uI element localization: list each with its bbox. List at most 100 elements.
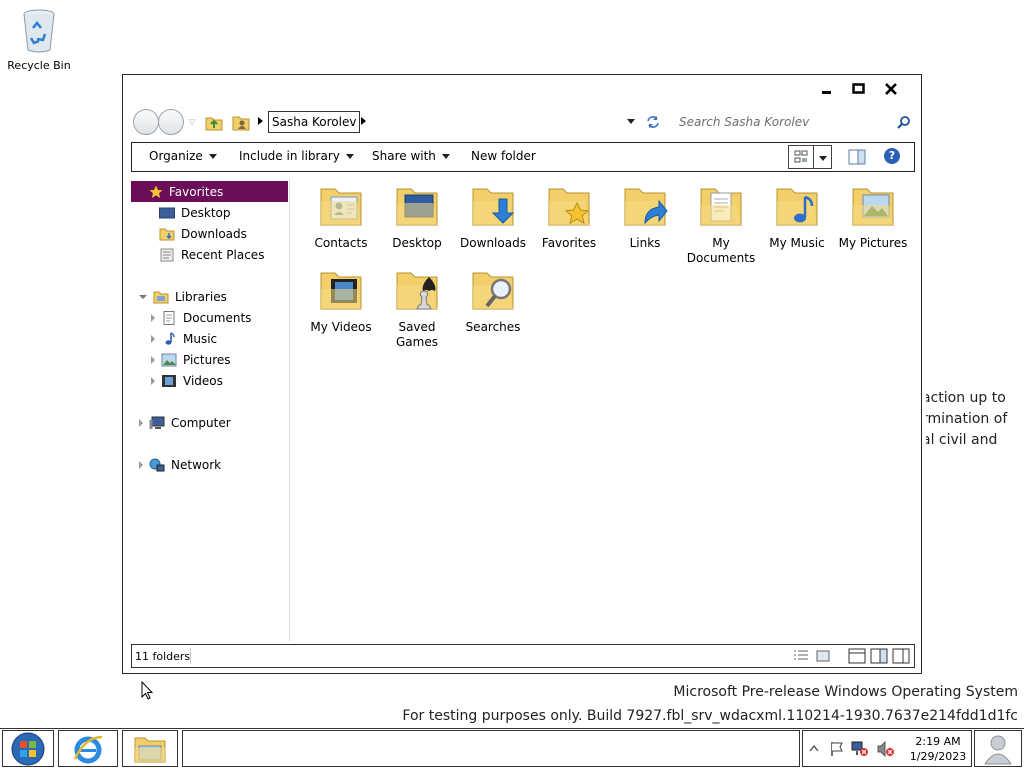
nav-item-desktop[interactable]: Desktop <box>159 202 231 223</box>
organize-menu[interactable]: Organize <box>149 149 217 163</box>
nav-item-documents[interactable]: Documents <box>151 307 251 328</box>
new-folder-button[interactable]: New folder <box>471 149 536 163</box>
videos-icon <box>162 374 176 387</box>
recent-pages-dropdown[interactable]: ▽ <box>189 117 195 126</box>
folder-label: Favorites <box>541 236 597 250</box>
pane-divider[interactable] <box>289 179 290 641</box>
folder-downloads[interactable]: Downloads <box>455 181 531 251</box>
search-box[interactable] <box>671 110 915 134</box>
recycle-bin-label: Recycle Bin <box>7 59 71 72</box>
nav-item-recent-places[interactable]: Recent Places <box>159 244 264 265</box>
share-with-menu[interactable]: Share with <box>372 149 450 163</box>
status-divider <box>190 648 191 664</box>
searches-folder-icon <box>472 272 514 310</box>
search-input[interactable] <box>671 110 915 134</box>
folder-my-music[interactable]: My Music <box>759 181 835 251</box>
minimize-button[interactable] <box>811 79 843 99</box>
nav-item-computer[interactable]: Computer <box>139 412 231 433</box>
nav-item-libraries[interactable]: Libraries <box>139 286 227 307</box>
caption-buttons <box>811 79 907 99</box>
minimize-icon <box>822 91 831 94</box>
layout-toggle-3-icon[interactable] <box>892 648 910 664</box>
expand-arrow-icon[interactable] <box>151 334 155 343</box>
volume-muted-icon[interactable] <box>877 741 895 757</box>
preview-pane-icon[interactable] <box>848 149 866 165</box>
close-button[interactable] <box>875 79 907 99</box>
folder-my-documents[interactable]: My Documents <box>683 181 759 266</box>
bg-line-3: al civil and <box>926 432 998 448</box>
documents-icon <box>163 310 175 325</box>
command-bar: Organize Include in library Share with N… <box>131 142 915 172</box>
folder-desktop[interactable]: Desktop <box>379 181 455 251</box>
my-music-folder-icon <box>776 188 818 226</box>
help-icon[interactable]: ? <box>884 148 900 164</box>
chevron-down-icon <box>208 153 217 159</box>
nav-item-network[interactable]: Network <box>139 454 221 475</box>
folder-saved-games[interactable]: Saved Games <box>379 265 455 350</box>
folder-searches[interactable]: Searches <box>455 265 531 335</box>
forward-button[interactable] <box>158 109 184 135</box>
large-icons-view-icon <box>794 150 808 163</box>
windows-explorer-taskbar-button[interactable] <box>122 730 178 767</box>
folder-my-videos[interactable]: My Videos <box>303 265 379 335</box>
internet-explorer-icon <box>73 735 103 763</box>
back-button[interactable] <box>133 109 159 135</box>
show-hidden-icons-icon[interactable] <box>809 741 819 755</box>
nav-item-downloads[interactable]: Downloads <box>159 223 247 244</box>
folder-label: Links <box>629 236 661 250</box>
nav-music-label: Music <box>183 331 218 346</box>
recycle-bin-desktop-icon[interactable]: Recycle Bin <box>6 6 72 72</box>
details-view-icon[interactable] <box>792 648 810 664</box>
maximize-icon <box>852 83 865 94</box>
notification-area: 2:19 AM 1/29/2023 <box>802 730 972 767</box>
large-icons-view-icon[interactable] <box>814 648 832 664</box>
nav-computer-label: Computer <box>171 415 231 430</box>
nav-videos-label: Videos <box>183 373 223 388</box>
folder-my-pictures[interactable]: My Pictures <box>835 181 911 251</box>
layout-toggle-1-icon[interactable] <box>848 648 866 664</box>
internet-explorer-taskbar-button[interactable] <box>58 730 118 767</box>
expand-arrow-icon[interactable] <box>139 460 143 469</box>
nav-item-pictures[interactable]: Pictures <box>151 349 231 370</box>
my-documents-folder-icon <box>700 188 742 226</box>
start-button[interactable] <box>2 730 54 767</box>
explorer-folder-icon <box>134 737 166 762</box>
layout-toggle-2-icon[interactable] <box>870 648 888 664</box>
refresh-icon[interactable] <box>645 114 661 130</box>
change-view-button[interactable] <box>788 145 814 169</box>
address-history-dropdown[interactable] <box>627 119 635 124</box>
expand-arrow-icon[interactable] <box>139 294 147 299</box>
star-icon <box>149 185 163 198</box>
search-icon[interactable] <box>897 115 911 129</box>
breadcrumb-sasha-korolev[interactable]: Sasha Korolev <box>268 111 361 133</box>
system-clock[interactable]: 2:19 AM 1/29/2023 <box>905 734 971 764</box>
expand-arrow-icon[interactable] <box>151 376 155 385</box>
chevron-down-icon <box>441 153 450 159</box>
folder-links[interactable]: Links <box>607 181 683 251</box>
include-in-library-label: Include in library <box>239 149 340 163</box>
view-options-dropdown[interactable] <box>814 145 832 169</box>
user-account-button[interactable] <box>974 730 1022 767</box>
expand-arrow-icon[interactable] <box>139 418 143 427</box>
include-in-library-menu[interactable]: Include in library <box>239 149 354 163</box>
network-disconnected-icon[interactable] <box>851 741 869 757</box>
folder-label: My Videos <box>310 320 372 334</box>
folder-favorites[interactable]: Favorites <box>531 181 607 251</box>
nav-item-favorites[interactable]: Favorites <box>131 181 288 202</box>
nav-item-music[interactable]: Music <box>151 328 217 349</box>
expand-arrow-icon[interactable] <box>151 355 155 364</box>
folder-label: Downloads <box>460 236 526 250</box>
folder-up-icon[interactable] <box>205 113 223 131</box>
nav-item-videos[interactable]: Videos <box>151 370 223 391</box>
taskbar: 2:19 AM 1/29/2023 <box>0 728 1024 768</box>
breadcrumb-root-arrow[interactable] <box>258 117 263 125</box>
expand-arrow-icon[interactable] <box>151 313 155 322</box>
folder-label: Searches <box>465 320 521 334</box>
downloads-folder-icon <box>472 188 515 226</box>
maximize-button[interactable] <box>843 79 875 99</box>
favorites-folder-icon <box>548 188 590 226</box>
user-account-icon <box>984 735 1012 764</box>
breadcrumb-child-arrow[interactable] <box>361 117 366 125</box>
action-center-flag-icon[interactable] <box>829 741 845 757</box>
folder-contacts[interactable]: Contacts <box>303 181 379 251</box>
